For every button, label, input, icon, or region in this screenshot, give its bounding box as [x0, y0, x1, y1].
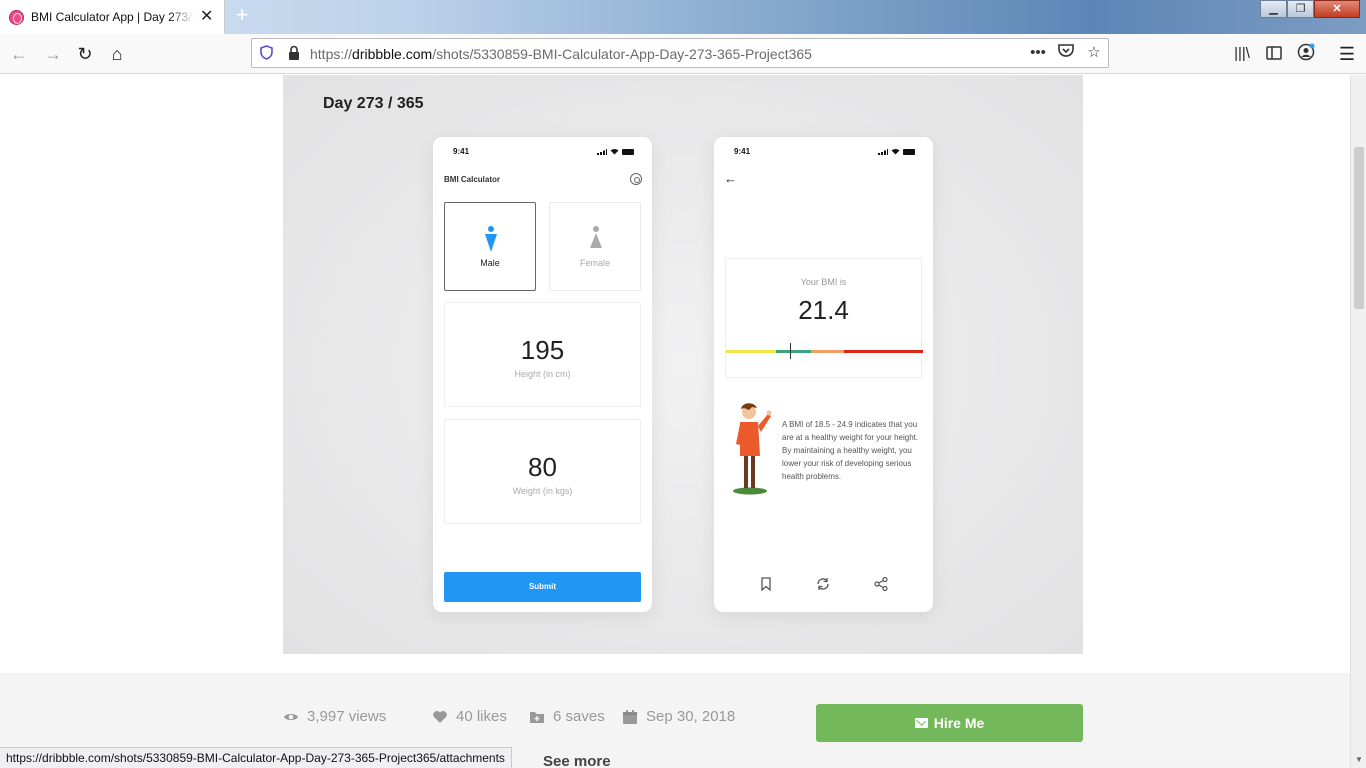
bmi-marker [790, 343, 791, 359]
app-title: BMI Calculator [444, 175, 501, 184]
weight-unit-label: Weight (in kgs) [512, 486, 573, 496]
bmi-caption: Your BMI is [800, 277, 847, 287]
phone-result-screen: 9:41 ← Your BMI is 21.4 A BMI of 18.5 - … [714, 137, 933, 612]
heart-icon [432, 709, 448, 725]
window-close-icon[interactable]: ✕ [1314, 0, 1360, 18]
new-tab-plus-icon[interactable]: + [232, 4, 252, 27]
result-actions [714, 576, 933, 592]
bmi-description: A BMI of 18.5 - 24.9 indicates that you … [782, 420, 919, 481]
hire-me-button[interactable]: Hire Me [816, 704, 1083, 742]
bmi-result-card: Your BMI is 21.4 [725, 258, 923, 378]
weight-value: 80 [528, 452, 557, 482]
status-bar: 9:41 [453, 147, 634, 159]
views-stat[interactable]: 3,997 views [283, 708, 386, 725]
post-date: Sep 30, 2018 [646, 708, 736, 725]
back-arrow-icon[interactable]: ← [8, 43, 30, 65]
weight-field[interactable]: 80 Weight (in kgs) [444, 419, 641, 524]
home-icon[interactable]: ⌂ [106, 43, 128, 65]
views-count: 3,997 views [307, 708, 387, 725]
tab-title: BMI Calculator App | Day 273/365 [31, 10, 194, 24]
folder-plus-icon [529, 709, 545, 725]
back-arrow-icon[interactable]: ← [724, 171, 737, 186]
page-scrollbar[interactable]: ▼ [1350, 75, 1366, 768]
submit-button[interactable]: Submit [444, 572, 641, 602]
bookmark-icon[interactable] [758, 576, 774, 592]
envelope-icon [914, 718, 928, 728]
library-icon[interactable]: |||\ [1231, 43, 1253, 65]
wifi-icon [610, 148, 619, 155]
date-stat: Sep 30, 2018 [622, 708, 735, 725]
shot-day-title: Day 273 / 365 [323, 95, 424, 112]
signal-icon [878, 148, 888, 155]
shot-image[interactable]: Day 273 / 365 9:41 BMI Calculator Male F… [283, 75, 1083, 654]
height-field[interactable]: 195 Height (in cm) [444, 302, 641, 407]
bmi-value: 21.4 [798, 295, 849, 325]
see-more-link[interactable]: See more [543, 753, 611, 768]
tab-close-icon[interactable]: ✕ [200, 9, 213, 25]
share-icon[interactable] [873, 576, 889, 592]
height-value: 195 [520, 335, 565, 365]
female-figure-icon [590, 226, 602, 248]
forward-arrow-icon[interactable]: → [42, 43, 64, 65]
phone-input-screen: 9:41 BMI Calculator Male Female 195 Heig… [433, 137, 652, 612]
maximize-icon[interactable]: ❐ [1287, 0, 1314, 18]
page-content: Day 273 / 365 9:41 BMI Calculator Male F… [0, 75, 1350, 768]
tracking-shield-icon[interactable] [260, 45, 274, 61]
battery-icon [903, 148, 915, 155]
reload-icon[interactable]: ↻ [74, 43, 96, 65]
refresh-icon[interactable] [815, 576, 831, 592]
scroll-down-arrow-icon[interactable]: ▼ [1355, 755, 1363, 764]
url-text[interactable]: https://dribbble.com/shots/5330859-BMI-C… [310, 46, 812, 62]
address-bar[interactable]: https://dribbble.com/shots/5330859-BMI-C… [251, 38, 1109, 68]
hire-me-label: Hire Me [933, 715, 985, 731]
likes-count: 40 likes [456, 708, 507, 725]
status-time: 9:41 [734, 147, 751, 156]
lock-icon[interactable] [288, 45, 300, 61]
female-label: Female [579, 258, 610, 268]
browser-titlebar: BMI Calculator App | Day 273/365 ✕ + ▁ ❐… [0, 0, 1366, 34]
signal-icon [597, 148, 607, 155]
bmi-scale-bar [726, 350, 923, 353]
scrollbar-thumb[interactable] [1354, 147, 1364, 309]
wifi-icon [891, 148, 900, 155]
link-status-tooltip: https://dribbble.com/shots/5330859-BMI-C… [0, 747, 512, 768]
account-icon[interactable] [1295, 43, 1317, 65]
gender-female-card[interactable]: Female [549, 202, 641, 291]
dribbble-favicon-icon [9, 9, 24, 25]
scale-underweight [726, 350, 776, 353]
browser-navbar: ← → ↻ ⌂ https://dribbble.com/shots/53308… [0, 34, 1366, 74]
menu-hamburger-icon[interactable]: ☰ [1336, 43, 1358, 65]
scale-overweight [811, 350, 844, 353]
browser-tab[interactable]: BMI Calculator App | Day 273/365 ✕ [0, 0, 225, 34]
likes-stat[interactable]: 40 likes [432, 708, 507, 725]
page-actions-icon[interactable]: ••• [1028, 43, 1048, 63]
sidebar-icon[interactable] [1263, 43, 1285, 65]
healthy-man-illustration [733, 403, 772, 495]
height-unit-label: Height (in cm) [514, 369, 571, 379]
calendar-icon [622, 709, 638, 725]
saves-stat[interactable]: 6 saves [529, 708, 605, 725]
bookmark-star-icon[interactable]: ☆ [1084, 43, 1104, 63]
gender-male-card[interactable]: Male [444, 202, 536, 291]
scale-obese [844, 350, 923, 353]
status-time: 9:41 [453, 147, 470, 156]
saves-count: 6 saves [553, 708, 605, 725]
scale-normal [776, 350, 811, 353]
male-figure-icon [485, 226, 497, 252]
male-label: Male [480, 258, 500, 268]
battery-icon [622, 148, 634, 155]
minimize-icon[interactable]: ▁ [1260, 0, 1287, 18]
status-bar: 9:41 [734, 147, 915, 159]
window-controls: ▁ ❐ ✕ [1260, 0, 1360, 18]
settings-gear-icon[interactable] [630, 173, 642, 185]
pocket-icon[interactable] [1056, 43, 1076, 63]
eye-icon [283, 709, 299, 725]
